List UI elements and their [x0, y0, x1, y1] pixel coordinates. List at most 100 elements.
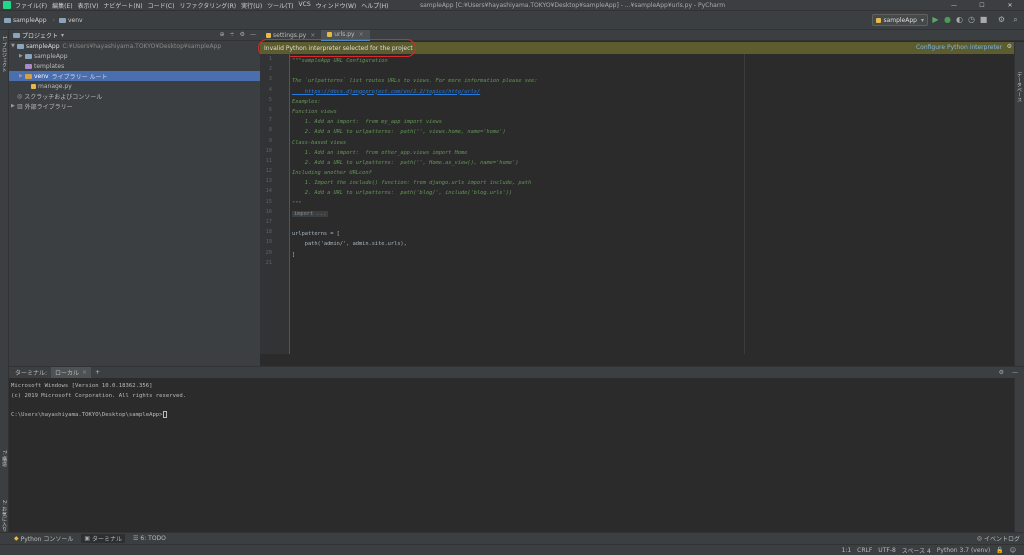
inspector-icon[interactable]: ☺ — [1010, 547, 1016, 554]
line-number: 5 — [268, 96, 272, 103]
project-panel-title[interactable]: プロジェクト — [22, 31, 58, 40]
menu-vcs[interactable]: VCS — [299, 1, 311, 10]
line-number: 1 — [268, 56, 272, 62]
breadcrumb-separator-icon: › — [52, 16, 55, 24]
terminal-tab-local[interactable]: ローカル × — [51, 367, 92, 378]
tree-item-label: venv — [34, 72, 49, 80]
coverage-icon[interactable]: ◐ — [955, 15, 964, 24]
title-bar: ファイル(F) 編集(E) 表示(V) ナビゲート(N) コード(C) リファク… — [0, 0, 1024, 11]
menu-edit[interactable]: 編集(E) — [52, 1, 72, 10]
search-icon[interactable]: ⌕ — [1011, 15, 1020, 24]
line-number: 19 — [265, 239, 272, 246]
event-log-button[interactable]: ◎ イベントログ — [977, 534, 1020, 543]
hide-icon[interactable]: — — [250, 31, 256, 38]
menu-view[interactable]: 表示(V) — [78, 1, 99, 10]
breadcrumb-project[interactable]: sampleApp — [4, 17, 47, 24]
breadcrumb-venv[interactable]: venv — [58, 17, 83, 24]
code-line: Function views — [292, 108, 337, 115]
event-log-label: イベントログ — [983, 536, 1020, 543]
tab-todo[interactable]: ☰ 6: TODO — [133, 535, 166, 542]
run-configuration-select[interactable]: sampleApp ▾ — [872, 14, 928, 26]
run-icon[interactable]: ▶ — [931, 15, 940, 24]
favorites-tool-button[interactable]: 2: お気に入り — [1, 500, 8, 531]
line-number: 4 — [268, 86, 272, 93]
gear-icon[interactable]: ⚙ — [999, 369, 1004, 376]
debug-icon[interactable]: ● — [943, 15, 952, 24]
line-number: 16 — [265, 208, 272, 215]
configure-interpreter-link[interactable]: Configure Python interpreter — [916, 44, 1002, 51]
code-line: The `urlpatterns` list routes URLs to vi… — [292, 78, 538, 85]
close-icon[interactable]: × — [310, 32, 315, 39]
tree-item-sampleapp[interactable]: ▶ sampleApp — [9, 51, 260, 61]
code-editor[interactable]: """sampleApp URL Configuration The `urlp… — [292, 54, 742, 354]
lock-icon[interactable]: 🔓 — [996, 547, 1003, 554]
tree-item-manage[interactable]: manage.py — [9, 81, 260, 91]
terminal-prompt-line[interactable]: C:\Users\hayashiyama.TOKYO\Desktop\sampl… — [11, 410, 1012, 421]
tree-item-path: C:¥Users¥hayashiyama.TOKYO¥Desktop¥sampl… — [62, 42, 222, 50]
terminal-label: ターミナル: — [15, 370, 48, 377]
chevron-down-icon: ▾ — [920, 16, 924, 24]
code-line-link[interactable]: https://docs.djangoproject.com/en/2.2/to… — [292, 87, 742, 97]
tree-item-venv[interactable]: ▶ venv ライブラリー ルート — [9, 71, 260, 81]
caret-position[interactable]: 1:1 — [841, 547, 851, 554]
minimize-button[interactable]: — — [940, 0, 968, 11]
line-number: 14 — [265, 188, 272, 195]
file-encoding[interactable]: UTF-8 — [878, 547, 896, 554]
tab-python-console[interactable]: ◆ Python コンソール — [14, 534, 73, 543]
close-icon[interactable]: × — [359, 31, 364, 38]
structure-tool-button[interactable]: 7: 構造 — [1, 450, 8, 466]
code-line: Examples: — [292, 98, 321, 105]
indent-setting[interactable]: スペース 4 — [902, 546, 931, 555]
tree-item-external-libs[interactable]: ▶ ▥ 外部ライブラリー — [9, 101, 260, 111]
tree-item-label: スクラッチおよびコンソール — [24, 93, 103, 101]
collapse-icon[interactable]: ÷ — [230, 31, 235, 38]
tree-item-scratches[interactable]: ◎ スクラッチおよびコンソール — [9, 91, 260, 101]
pycharm-logo-icon — [3, 1, 11, 9]
project-tool-button[interactable]: 1: プロジェクト — [1, 36, 8, 72]
settings-wrench-icon[interactable]: ⚙ — [997, 15, 1006, 24]
line-number: 3 — [268, 76, 272, 83]
code-line: Class-based views — [292, 139, 347, 146]
menu-window[interactable]: ウィンドウ(W) — [316, 1, 357, 10]
gear-icon[interactable]: ⚙ — [1007, 43, 1012, 50]
tab-terminal[interactable]: ▣ ターミナル — [81, 534, 126, 543]
menu-tools[interactable]: ツール(T) — [267, 1, 293, 10]
code-line: 1. Import the include() function: from d… — [292, 180, 532, 187]
menu-run[interactable]: 実行(U) — [241, 1, 262, 10]
line-number: 20 — [265, 249, 272, 256]
line-number: 6 — [268, 106, 272, 113]
close-icon[interactable]: × — [82, 369, 87, 376]
menu-file[interactable]: ファイル(F) — [15, 1, 47, 10]
close-button[interactable]: ✕ — [996, 0, 1024, 11]
gear-icon[interactable]: ⚙ — [240, 31, 245, 38]
menu-help[interactable]: ヘルプ(H) — [361, 1, 388, 10]
menu-bar: ファイル(F) 編集(E) 表示(V) ナビゲート(N) コード(C) リファク… — [15, 1, 393, 10]
folded-import[interactable]: import ... — [292, 210, 328, 217]
database-tool-button[interactable]: データベース — [1016, 72, 1023, 102]
chevron-down-icon[interactable]: ▾ — [61, 32, 64, 39]
menu-code[interactable]: コード(C) — [148, 1, 175, 10]
locate-icon[interactable]: ⊕ — [220, 31, 225, 38]
line-number-gutter: 1 2 3 4 5 6 7 8 9 10 11 12 13 14 15 16 17 18 19 20 21 — [260, 54, 290, 354]
profile-icon[interactable]: ◷ — [967, 15, 976, 24]
code-line: ] — [292, 251, 296, 258]
line-number: 9 — [268, 137, 272, 144]
python-interpreter[interactable]: Python 3.7 (venv) — [937, 547, 990, 554]
terminal-icon: ▣ — [84, 535, 91, 542]
terminal-output[interactable]: Microsoft Windows [Version 10.0.18362.35… — [9, 378, 1014, 532]
line-separator[interactable]: CRLF — [857, 547, 872, 554]
tree-item-root[interactable]: ▼ sampleApp C:¥Users¥hayashiyama.TOKYO¥D… — [9, 41, 260, 51]
new-terminal-button[interactable]: + — [91, 367, 104, 378]
menu-refactor[interactable]: リファクタリング(R) — [179, 1, 236, 10]
code-line-folded[interactable]: import ... — [292, 209, 742, 219]
menu-navigate[interactable]: ナビゲート(N) — [103, 1, 142, 10]
bottom-tool-bar: ◆ Python コンソール ▣ ターミナル ☰ 6: TODO ◎ イベントロ… — [0, 532, 1024, 544]
code-line: urlpatterns = [ — [292, 231, 340, 238]
maximize-button[interactable]: ☐ — [968, 0, 996, 11]
stop-icon[interactable]: ■ — [979, 15, 988, 24]
hide-icon[interactable]: — — [1012, 369, 1018, 376]
tree-item-templates[interactable]: templates — [9, 61, 260, 71]
code-line: 1. Add an import: from other_app.views i… — [292, 149, 468, 156]
python-file-icon — [266, 33, 271, 38]
